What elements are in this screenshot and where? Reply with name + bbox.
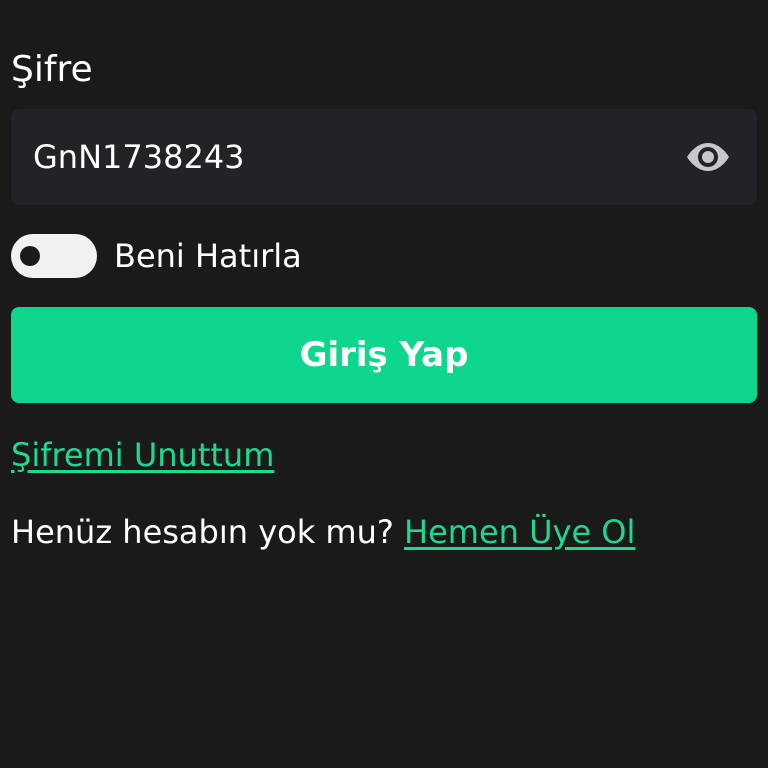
password-value[interactable]: GnN1738243: [33, 109, 245, 205]
signup-link[interactable]: Hemen Üye Ol: [404, 513, 635, 551]
signup-prompt: Henüz hesabın yok mu?: [11, 513, 394, 551]
password-label: Şifre: [11, 49, 93, 90]
toggle-knob: [20, 246, 40, 266]
forgot-password-link[interactable]: Şifremi Unuttum: [11, 432, 274, 478]
remember-me-label: Beni Hatırla: [114, 237, 302, 275]
login-form: Şifre GnN1738243 Beni Hatırla Giriş Yap …: [0, 0, 768, 768]
password-field[interactable]: GnN1738243: [11, 109, 757, 205]
eye-icon[interactable]: [683, 133, 733, 181]
remember-me-toggle[interactable]: [11, 234, 97, 278]
login-button[interactable]: Giriş Yap: [11, 307, 757, 403]
signup-row: Henüz hesabın yok mu? Hemen Üye Ol: [11, 509, 635, 555]
